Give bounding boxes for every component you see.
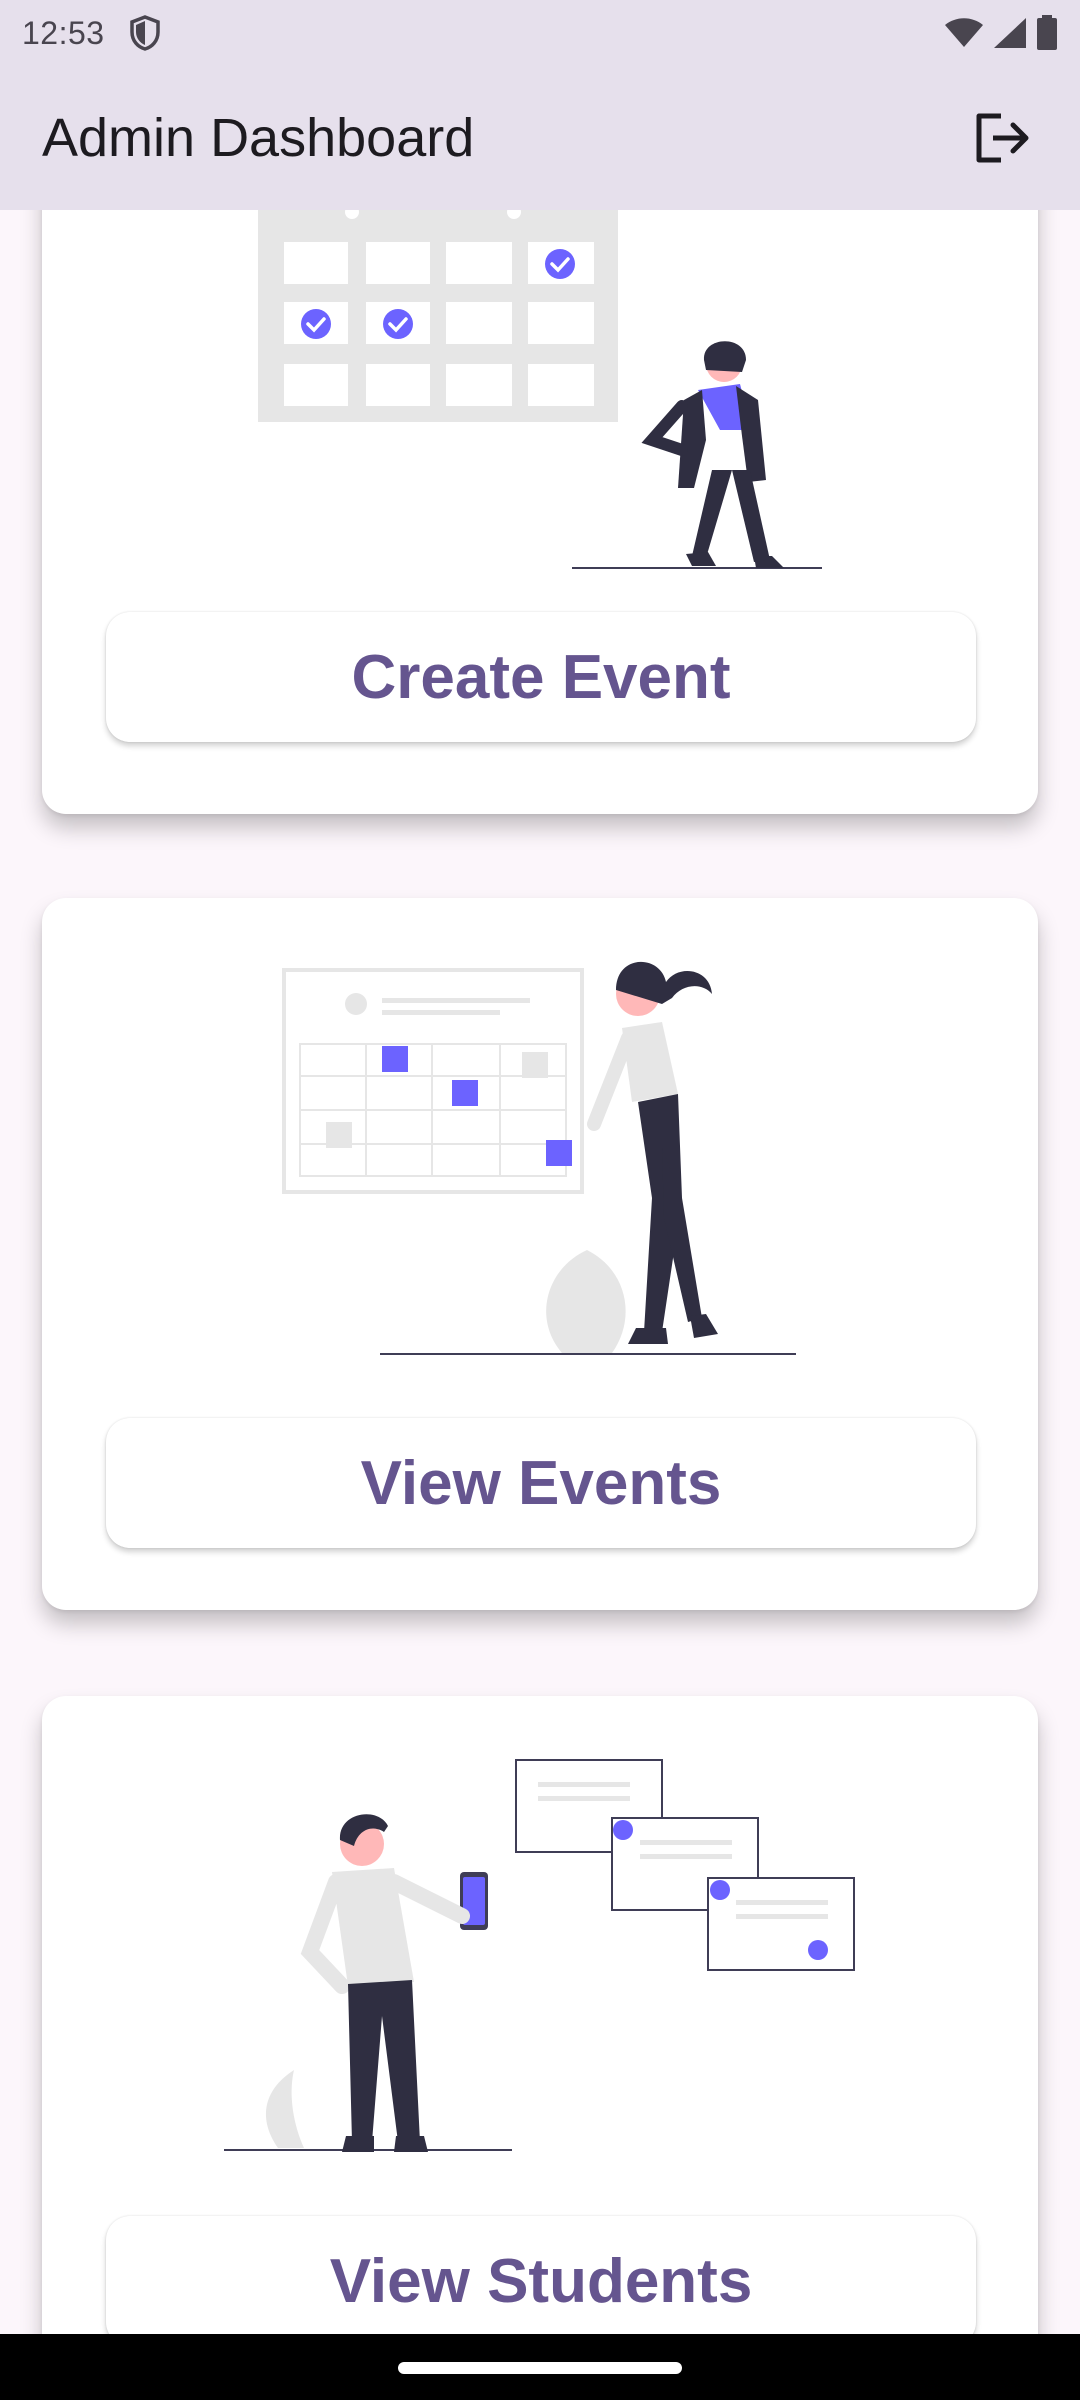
dashboard-content[interactable]: Create Event View Events View Students bbox=[0, 210, 1080, 2334]
battery-icon bbox=[1037, 15, 1057, 50]
status-bar: 12:53 bbox=[0, 0, 1080, 66]
page-title: Admin Dashboard bbox=[42, 108, 475, 168]
status-time: 12:53 bbox=[22, 14, 105, 51]
logout-button[interactable] bbox=[966, 102, 1038, 174]
shield-icon bbox=[129, 15, 160, 51]
view-students-card: View Students bbox=[42, 1696, 1038, 2334]
schedule-board-illustration bbox=[282, 961, 796, 1355]
create-event-button[interactable]: Create Event bbox=[106, 612, 976, 742]
navigation-bar bbox=[0, 2334, 1080, 2400]
logout-icon bbox=[976, 113, 1029, 163]
wifi-icon bbox=[945, 18, 983, 47]
app-bar: Admin Dashboard bbox=[0, 66, 1080, 210]
calendar-illustration bbox=[258, 210, 822, 569]
signal-icon bbox=[994, 18, 1026, 48]
status-icons bbox=[944, 15, 1058, 51]
view-events-button[interactable]: View Events bbox=[106, 1418, 976, 1548]
create-event-card: Create Event bbox=[42, 210, 1038, 814]
view-events-card: View Events bbox=[42, 898, 1038, 1610]
person-with-phone-illustration bbox=[224, 1759, 855, 2152]
home-gesture-handle[interactable] bbox=[398, 2362, 682, 2374]
view-students-button[interactable]: View Students bbox=[106, 2216, 976, 2334]
